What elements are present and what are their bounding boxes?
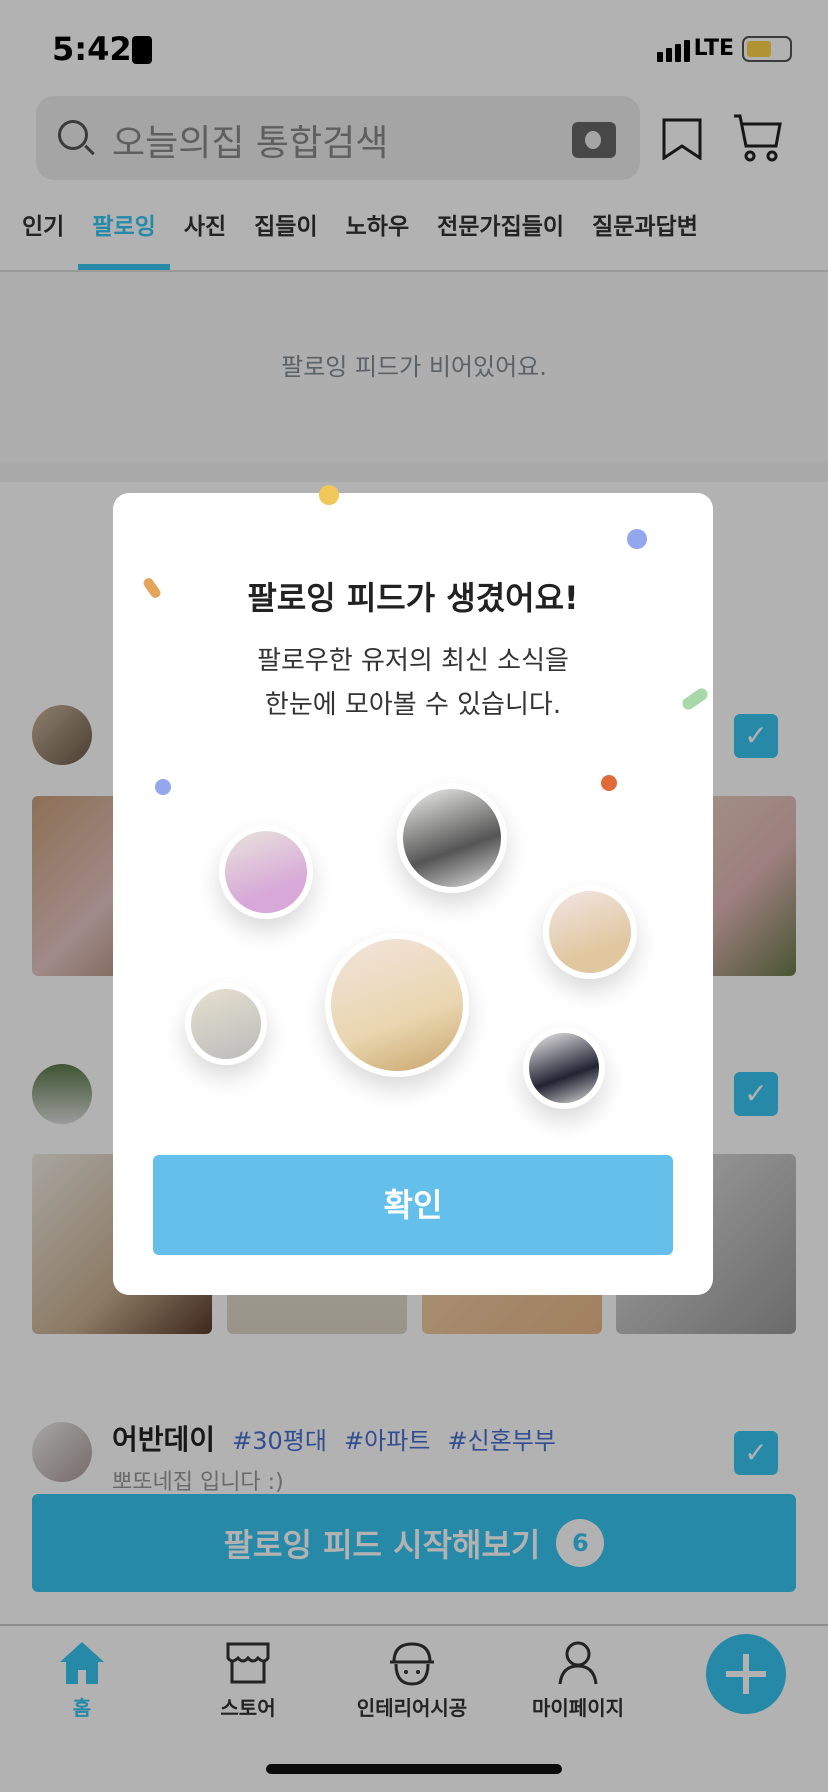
following-feed-modal: 팔로잉 피드가 생겼어요! 팔로우한 유저의 최신 소식을 한눈에 모아볼 수 … bbox=[113, 485, 713, 1295]
feed-preview-image bbox=[523, 1027, 605, 1109]
feed-preview-image bbox=[185, 983, 267, 1065]
confetti bbox=[601, 775, 617, 791]
confirm-button[interactable]: 확인 bbox=[153, 1155, 673, 1255]
modal-body-line: 한눈에 모아볼 수 있습니다. bbox=[264, 690, 562, 720]
modal-body: 팔로우한 유저의 최신 소식을 한눈에 모아볼 수 있습니다. bbox=[113, 639, 713, 727]
modal-body-line: 팔로우한 유저의 최신 소식을 bbox=[257, 646, 569, 676]
confetti bbox=[627, 529, 647, 549]
modal-title: 팔로잉 피드가 생겼어요! bbox=[247, 579, 579, 617]
feed-preview-image bbox=[543, 885, 637, 979]
feed-preview-image bbox=[325, 933, 469, 1077]
feed-preview-image bbox=[219, 825, 313, 919]
confetti bbox=[155, 779, 171, 795]
confetti bbox=[319, 485, 339, 505]
feed-preview-image bbox=[397, 783, 507, 893]
